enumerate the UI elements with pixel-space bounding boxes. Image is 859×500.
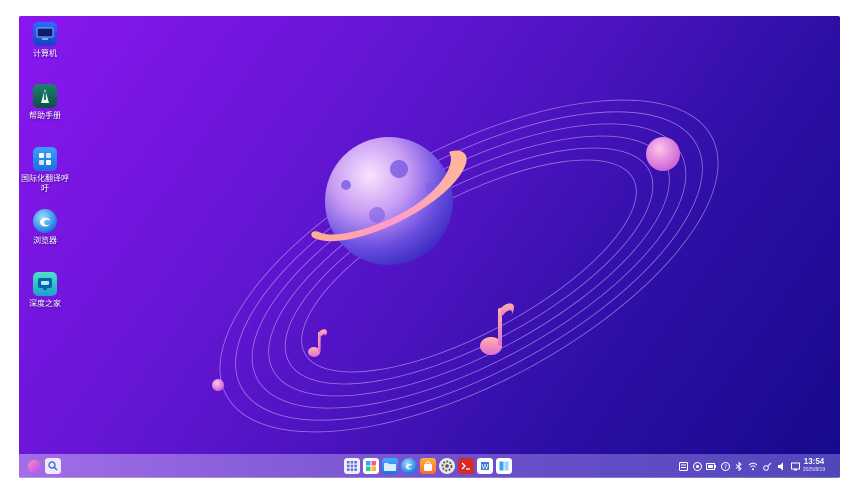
volume-icon[interactable] [776, 461, 786, 471]
battery-icon[interactable] [706, 461, 716, 471]
app-store-icon [366, 461, 376, 471]
browser-icon [405, 463, 413, 470]
taskbar-app-multitask-view[interactable] [344, 458, 360, 474]
terminal-icon [461, 462, 470, 470]
taskbar-app-split-window[interactable] [496, 458, 512, 474]
clock-time: 13:54 [803, 457, 825, 466]
file-manager-icon [384, 463, 396, 471]
desktop-icon-label: 深度之家 [29, 299, 61, 308]
desktop-icon-translation[interactable]: 国际化翻译呼吁 [19, 147, 71, 194]
search-icon [48, 461, 58, 471]
deepin-home-icon [33, 272, 57, 296]
clock-date: 2025/8/19 [802, 467, 826, 473]
translation-icon [33, 147, 57, 171]
launcher-icon [27, 459, 41, 473]
desktop-screen: 计算机 帮助手册 国际化翻译呼吁 浏览器 深度之家 W ? 13:54 2025… [19, 16, 840, 478]
bluetooth-icon[interactable] [734, 461, 744, 471]
desktop-icon-label: 国际化翻译呼吁 [21, 174, 69, 193]
computer-icon [33, 22, 57, 46]
app-store-bag-icon [424, 461, 432, 471]
desktop-icon-computer[interactable]: 计算机 [19, 22, 71, 59]
desktop-icon-browser[interactable]: 浏览器 [19, 209, 71, 246]
desktop-icon-label: 浏览器 [33, 236, 57, 245]
wallpaper [212, 99, 719, 433]
settings-icon [441, 460, 453, 472]
taskbar-app-store[interactable] [363, 458, 379, 474]
taskbar-app-store-bag[interactable] [420, 458, 436, 474]
search-button[interactable] [45, 458, 61, 474]
help-manual-icon [33, 84, 57, 108]
split-window-icon [499, 461, 509, 471]
taskbar-app-file-manager[interactable] [382, 458, 398, 474]
taskbar: W ? 13:54 2025/8/19 [19, 454, 840, 478]
svg-text:?: ? [723, 464, 726, 471]
notification-icon[interactable] [678, 461, 688, 471]
vpn-icon[interactable] [762, 461, 772, 471]
planet-illustration [311, 137, 467, 265]
help-icon[interactable]: ? [720, 461, 730, 471]
desktop-icon-deepin-home[interactable]: 深度之家 [19, 272, 71, 309]
desktop-icon-label: 计算机 [33, 49, 57, 58]
taskbar-app-text-editor[interactable]: W [477, 458, 493, 474]
desktop-icon-label: 帮助手册 [29, 111, 61, 120]
keyboard-icon[interactable] [692, 461, 702, 471]
wifi-icon[interactable] [748, 461, 758, 471]
taskbar-app-settings[interactable] [439, 458, 455, 474]
taskbar-app-terminal[interactable] [458, 458, 474, 474]
browser-icon [33, 209, 57, 233]
multitask-view-icon [347, 461, 357, 471]
svg-text:W: W [482, 463, 489, 471]
clock[interactable]: 13:54 2025/8/19 [796, 457, 832, 475]
launcher-button[interactable] [26, 458, 42, 474]
desktop-icon-help-manual[interactable]: 帮助手册 [19, 84, 71, 121]
taskbar-app-browser[interactable] [401, 458, 417, 474]
text-editor-icon: W [481, 462, 489, 471]
